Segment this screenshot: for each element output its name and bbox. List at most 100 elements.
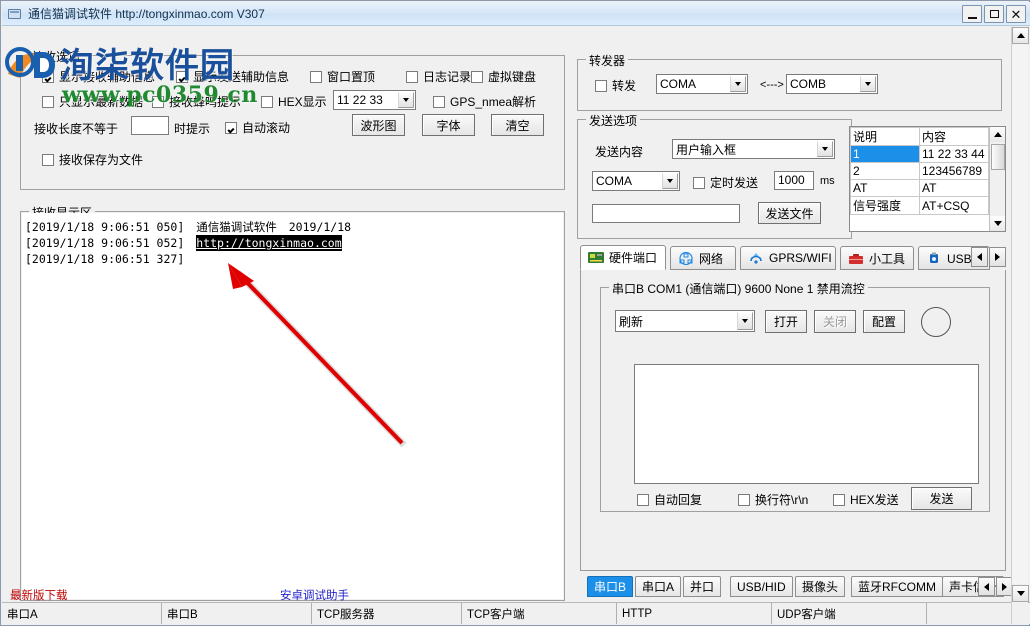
- checkbox-auto-scroll[interactable]: 自动滚动: [225, 119, 290, 136]
- clear-button[interactable]: 清空: [491, 114, 544, 136]
- chevron-down-icon[interactable]: [817, 141, 833, 157]
- log-line: [2019/1/18 9:06:51 327]: [22, 251, 563, 267]
- checkbox-newline[interactable]: 换行符\r\n: [738, 491, 808, 508]
- checkbox-timed-send[interactable]: 定时发送: [693, 174, 758, 191]
- font-button[interactable]: 字体: [422, 114, 475, 136]
- checkbox-show-receive-info[interactable]: 显示接收辅助信息: [42, 68, 155, 85]
- waveform-button[interactable]: 波形图: [352, 114, 405, 136]
- checkbox-box: [637, 493, 649, 506]
- table-row[interactable]: 信号强度 AT+CSQ: [850, 196, 989, 215]
- scroll-up-icon[interactable]: [990, 127, 1005, 142]
- window-scroll-up-icon[interactable]: [1012, 27, 1029, 44]
- maximize-button[interactable]: [984, 5, 1004, 23]
- checkbox-log-record[interactable]: 日志记录: [406, 68, 471, 85]
- command-table: 说明 内容 1 11 22 33 44 55 2 123456789 AT AT…: [850, 127, 989, 215]
- command-grid[interactable]: 说明 内容 1 11 22 33 44 55 2 123456789 AT AT…: [849, 126, 1006, 232]
- checkbox-box: [433, 95, 445, 108]
- checkbox-box: [595, 79, 607, 92]
- minimize-button[interactable]: [962, 5, 982, 23]
- send-textarea[interactable]: [634, 364, 979, 484]
- latest-version-download-link[interactable]: 最新版下载: [10, 587, 68, 603]
- timer-interval-input[interactable]: 1000: [774, 171, 814, 190]
- cell-content: 11 22 33 44 55: [919, 145, 989, 163]
- status-cell-tcp-client: TCP客户端: [462, 603, 617, 624]
- scrollbar-thumb[interactable]: [991, 144, 1005, 170]
- tab-next-button[interactable]: [989, 247, 1006, 267]
- send-file-button[interactable]: 发送文件: [758, 202, 821, 224]
- log-timestamp: [2019/1/18 9:06:51 050]: [25, 220, 185, 234]
- hardware-port-icon: [588, 251, 604, 264]
- close-icon: ✕: [1010, 6, 1022, 22]
- gprs-wifi-icon: [748, 252, 764, 265]
- cell-desc: 信号强度: [850, 196, 920, 215]
- log-message-url[interactable]: http://tongxinmao.com: [196, 235, 342, 251]
- tab-label: GPRS/WIFI: [769, 251, 832, 265]
- checkbox-save-to-file[interactable]: 接收保存为文件: [42, 151, 143, 168]
- send-content-combo[interactable]: 用户输入框: [672, 139, 835, 159]
- port-select-combo[interactable]: 刷新: [615, 310, 755, 332]
- checkbox-always-on-top[interactable]: 窗口置顶: [310, 68, 375, 85]
- checkbox-show-send-info[interactable]: 显示发送辅助信息: [176, 68, 289, 85]
- checkbox-gps-nmea[interactable]: GPS_nmea解析: [433, 93, 536, 110]
- checkbox-box: [176, 70, 188, 83]
- send-file-path-input[interactable]: [592, 204, 740, 223]
- forward-port-b-combo[interactable]: COMB: [786, 74, 878, 94]
- checkbox-box: [310, 70, 322, 83]
- send-button[interactable]: 发送: [911, 487, 972, 510]
- cell-desc: 1: [850, 145, 920, 163]
- close-button[interactable]: ✕: [1006, 5, 1026, 23]
- grid-scrollbar[interactable]: [989, 127, 1005, 231]
- forward-port-a-combo[interactable]: COMA: [656, 74, 748, 94]
- checkbox-hex-send[interactable]: HEX发送: [833, 491, 899, 508]
- table-row[interactable]: 2 123456789: [850, 162, 989, 180]
- log-message: 通信猫调试软件: [196, 220, 277, 234]
- status-indicator-led: [921, 307, 951, 337]
- send-port-value: COMA: [596, 174, 632, 188]
- forwarder-group: 转发器 转发 COMA <---> COMB: [577, 52, 1002, 111]
- usb-bridge-icon: [926, 252, 942, 265]
- forwarder-title: 转发器: [586, 52, 629, 69]
- checkbox-hex-display[interactable]: HEX显示: [261, 93, 327, 110]
- chevron-down-icon[interactable]: [398, 92, 414, 108]
- window-scroll-down-icon[interactable]: [1012, 585, 1029, 602]
- chevron-down-icon[interactable]: [662, 173, 678, 189]
- cell-desc: AT: [850, 179, 920, 197]
- tab-hardware-port[interactable]: 硬件端口: [580, 245, 666, 270]
- receive-display-textarea[interactable]: [2019/1/18 9:06:51 050] 通信猫调试软件 2019/1/1…: [22, 213, 563, 599]
- cell-desc: 2: [850, 162, 920, 180]
- window-scrollbar[interactable]: [1011, 27, 1029, 624]
- checkbox-virtual-keyboard[interactable]: 虚拟键盘: [471, 68, 536, 85]
- checkbox-show-latest-only[interactable]: 只显示最新数据: [42, 93, 143, 110]
- checkbox-label: 显示接收辅助信息: [59, 70, 156, 84]
- window-scrollbar-track[interactable]: [1012, 45, 1028, 584]
- send-port-combo[interactable]: COMA: [592, 171, 680, 191]
- checkbox-label: 定时发送: [710, 176, 759, 190]
- table-row[interactable]: AT AT: [850, 179, 989, 197]
- receive-length-input[interactable]: [131, 116, 169, 135]
- tab-toolbox[interactable]: 小工具: [840, 246, 914, 270]
- checkbox-receive-beep[interactable]: 接收蜂鸣提示: [152, 93, 241, 110]
- tab-gprs-wifi[interactable]: GPRS/WIFI: [740, 246, 836, 270]
- checkbox-label: HEX显示: [278, 95, 327, 109]
- chevron-down-icon[interactable]: [737, 312, 753, 330]
- checkbox-label: 只显示最新数据: [59, 95, 144, 109]
- android-debug-assistant-link[interactable]: 安卓调试助手: [280, 587, 349, 603]
- receive-length-label: 接收长度不等于: [34, 122, 119, 136]
- table-row[interactable]: 1 11 22 33 44 55: [850, 145, 989, 163]
- chevron-down-icon[interactable]: [730, 76, 746, 92]
- chevron-down-icon[interactable]: [860, 76, 876, 92]
- checkbox-box: [42, 95, 54, 108]
- config-port-button[interactable]: 配置: [863, 310, 905, 333]
- status-bar: 串口A 串口B TCP服务器 TCP客户端 HTTP UDP客户端: [2, 602, 1030, 624]
- scroll-down-icon[interactable]: [990, 216, 1005, 231]
- cell-content: AT: [919, 179, 989, 197]
- open-port-button[interactable]: 打开: [765, 310, 807, 333]
- checkbox-forward-enable[interactable]: 转发: [595, 77, 636, 94]
- close-port-button: 关闭: [814, 310, 856, 333]
- tab-network[interactable]: 网络: [670, 246, 736, 270]
- log-line: [2019/1/18 9:06:51 050] 通信猫调试软件 2019/1/1…: [22, 219, 563, 235]
- hex-display-combo[interactable]: 11 22 33: [333, 90, 416, 110]
- tab-prev-button[interactable]: [971, 247, 988, 267]
- checkbox-box: [225, 121, 237, 134]
- checkbox-auto-reply[interactable]: 自动回复: [637, 491, 702, 508]
